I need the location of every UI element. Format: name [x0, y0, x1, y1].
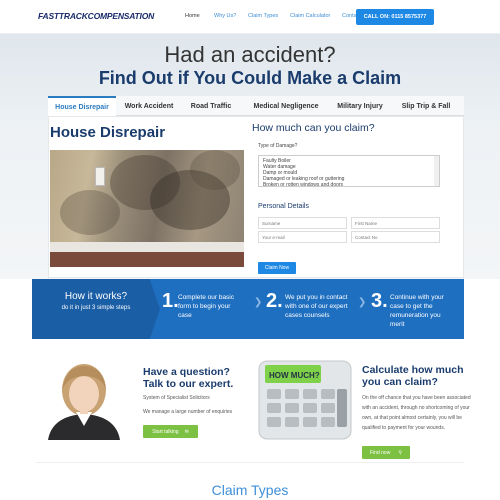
calculator-screen: HOW MUCH?: [269, 371, 320, 380]
question-line: System of Specialist Solicitors: [143, 395, 210, 401]
surname-field[interactable]: Surname: [258, 217, 347, 229]
step-number: 2.: [266, 290, 283, 312]
personal-details-title: Personal Details: [258, 203, 309, 210]
chat-icon: ✉: [184, 428, 189, 435]
damage-type-select[interactable]: Faulty Boiler Water damage Damp or mould…: [258, 155, 440, 188]
select-scrollbar[interactable]: [434, 156, 439, 186]
find-now-button[interactable]: Find now ⚲: [362, 446, 410, 459]
step-text: We put you in contact with one of our ex…: [285, 294, 348, 319]
site-logo[interactable]: FASTTRACKCOMPENSATION: [38, 11, 154, 21]
damage-label: Type of Damage?: [258, 143, 298, 149]
damage-option[interactable]: Broken or rotten windows and doors: [259, 182, 439, 188]
hero-heading: Had an accident?: [164, 42, 336, 67]
chevron-right-icon: ❯: [254, 297, 263, 308]
damage-option[interactable]: Faulty Boiler: [259, 156, 439, 164]
how-subtitle: do it in just 3 simple steps: [61, 305, 131, 311]
form-title: How much can you claim?: [252, 122, 375, 134]
tab-military-injury[interactable]: Military Injury: [332, 96, 388, 116]
tab-house-disrepair[interactable]: House Disrepair: [48, 96, 116, 116]
claim-tabs: House Disrepair Work Accident Road Traff…: [48, 96, 464, 116]
calculator-image: HOW MUCH?: [255, 355, 355, 441]
claim-now-button[interactable]: Claim Now: [258, 262, 296, 274]
step-text: Complete our basic form to begin your ca…: [178, 294, 234, 319]
nav-why-us[interactable]: Why Us?: [214, 13, 236, 19]
tab-slip-trip-fall[interactable]: Slip Trip & Fall: [388, 96, 464, 116]
support-agent-photo: [36, 360, 130, 440]
contact-field[interactable]: Contact No: [351, 231, 440, 243]
step-number: 1.: [162, 290, 179, 312]
panel-title: House Disrepair: [50, 124, 166, 141]
nav-claim-types[interactable]: Claim Types: [248, 13, 278, 19]
start-talking-button[interactable]: Start talking ✉: [143, 425, 198, 438]
first-name-field[interactable]: First Name: [351, 217, 440, 229]
call-button[interactable]: CALL ON: 0115 8575377: [356, 9, 434, 25]
tab-road-traffic[interactable]: Road Traffic: [182, 96, 240, 116]
search-icon: ⚲: [398, 449, 402, 456]
section-divider: [36, 462, 464, 463]
power-socket: [95, 167, 105, 186]
question-line: We manage a large number of enquiries: [143, 409, 233, 415]
claim-types-heading: Claim Types: [211, 482, 289, 498]
step-number: 3.: [371, 290, 388, 312]
damp-wall-photo: [50, 150, 244, 267]
site-header: FASTTRACKCOMPENSATION Home Why Us? Claim…: [0, 0, 500, 34]
nav-claim-calculator[interactable]: Claim Calculator: [290, 13, 330, 19]
nav-home[interactable]: Home: [185, 13, 200, 19]
hero-subheading: Find Out if You Could Make a Claim: [98, 68, 402, 88]
tab-work-accident[interactable]: Work Accident: [116, 96, 182, 116]
chevron-right-icon: ❯: [358, 297, 367, 308]
step-text: Continue with your case to get the remun…: [390, 294, 444, 328]
email-field[interactable]: Your e-mail: [258, 231, 347, 243]
question-title: Have a question? Talk to our expert.: [143, 366, 234, 390]
tab-medical-negligence[interactable]: Medical Negligence: [240, 96, 332, 116]
how-title: How it works?: [64, 291, 128, 302]
calculate-title: Calculate how much you can claim?: [362, 364, 464, 388]
calculate-text: On the off chance that you have been ass…: [362, 395, 471, 431]
